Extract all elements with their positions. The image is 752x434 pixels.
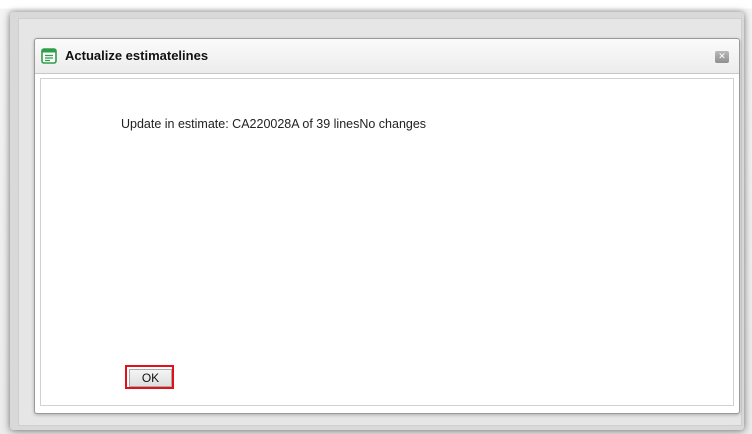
dialog-content: Update in estimate: CA220028A of 39 line… xyxy=(40,78,734,406)
dialog-titlebar: Actualize estimatelines ✕ xyxy=(35,39,739,74)
document-list-icon xyxy=(41,48,57,64)
dialog-message: Update in estimate: CA220028A of 39 line… xyxy=(121,117,427,131)
close-icon[interactable]: ✕ xyxy=(715,51,729,63)
ok-button[interactable]: OK xyxy=(129,369,172,387)
actualize-dialog: Actualize estimatelines ✕ Update in esti… xyxy=(34,38,740,414)
ok-button-highlight: OK xyxy=(125,365,174,389)
dialog-title: Actualize estimatelines xyxy=(65,48,209,63)
